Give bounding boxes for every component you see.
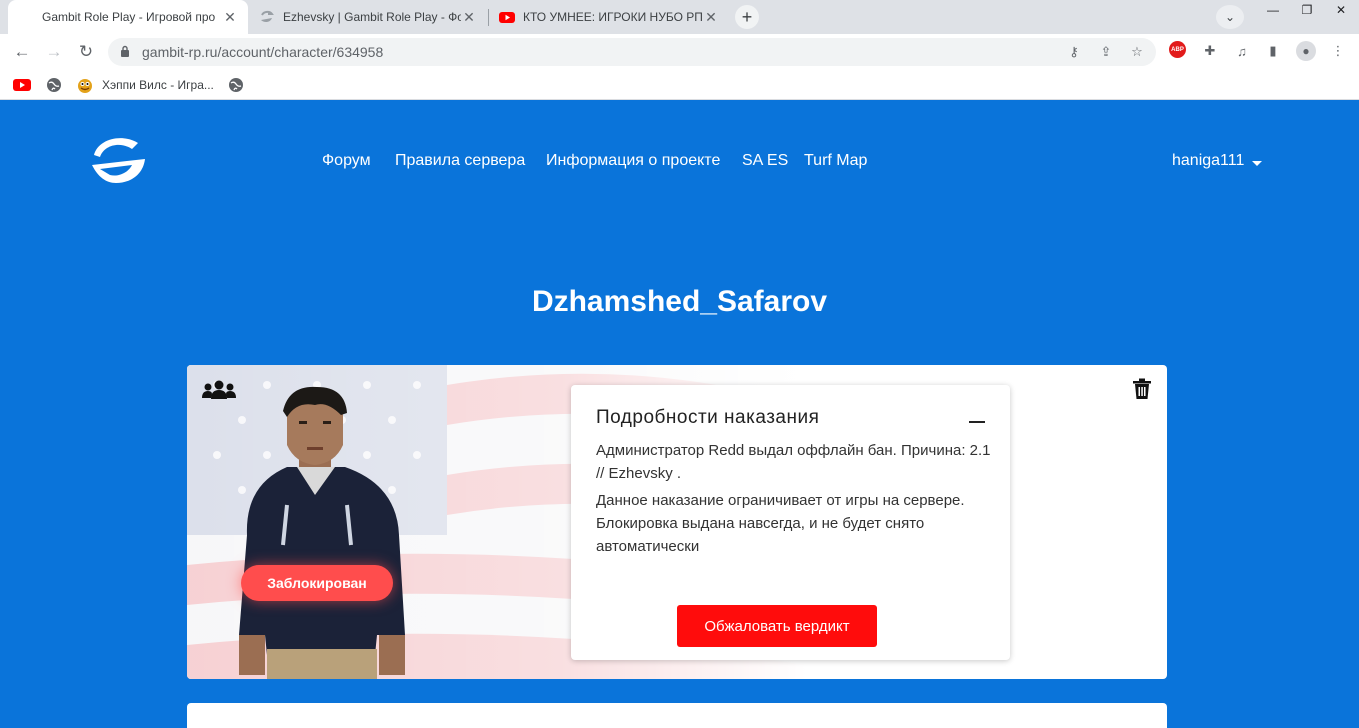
tab-strip: Gambit Role Play - Игровой про ✕ Ezhevsk… [0,0,1359,34]
next-card [187,703,1167,728]
back-arrow-icon[interactable]: ← [10,40,34,64]
punishment-reason: Администратор Redd выдал оффлайн бан. Пр… [596,442,991,482]
tab-youtube-video[interactable]: КТО УМНЕЕ: ИГРОКИ НУБО РП | ✕ [489,0,729,34]
status-badge: Заблокирован [241,565,393,601]
punishment-details-panel: Подробности наказания Администратор Redd… [571,385,1010,660]
bookmark-globe-2[interactable] [228,76,244,94]
punishment-title: Подробности наказания [596,407,820,428]
tab-title: КТО УМНЕЕ: ИГРОКИ НУБО РП | [523,10,703,24]
reload-icon[interactable]: ↻ [74,40,98,64]
media-control-icon[interactable]: ♫ [1232,41,1252,61]
caret-down-icon [1252,160,1263,166]
tab-ezhevsky-forum[interactable]: Ezhevsky | Gambit Role Play - Фо ✕ [249,0,487,34]
trash-icon[interactable] [1132,378,1152,400]
browser-toolbar: ← → ↻ gambit-rp.ru/account/character/634… [0,34,1359,70]
extensions-puzzle-icon[interactable]: ✚ [1200,41,1220,61]
profile-avatar-icon[interactable]: ● [1296,41,1316,61]
gambit-logo-icon[interactable] [88,131,148,186]
globe-icon [229,78,243,92]
star-icon[interactable]: ☆ [1127,44,1147,60]
site-favicon-icon [18,9,34,25]
address-bar[interactable]: gambit-rp.ru/account/character/634958 ⚷ … [108,38,1156,66]
url-text: gambit-rp.ru/account/character/634958 [142,44,384,60]
nav-turf-map-link[interactable]: Turf Map [804,152,867,170]
bookmark-youtube[interactable] [13,76,31,94]
tab-search-chevron-icon[interactable]: ⌄ [1216,5,1244,29]
nav-server-rules-link[interactable]: Правила сервера [395,152,525,170]
appeal-verdict-button[interactable]: Обжаловать вердикт [677,605,877,647]
gambit-logo-icon [259,9,275,25]
menu-kebab-icon[interactable]: ⋮ [1328,41,1348,61]
close-tab-icon[interactable]: ✕ [222,9,238,26]
character-card: Заблокирован Подробности наказания Админ… [187,365,1167,679]
nav-forum-link[interactable]: Форум [322,152,371,170]
adblock-plus-icon[interactable]: ABP [1169,41,1186,58]
nav-project-info-link[interactable]: Информация о проекте [546,152,720,170]
youtube-icon [13,79,31,91]
character-skin-image [239,386,405,679]
username: haniga111 [1172,152,1245,169]
tab-gambit-home[interactable]: Gambit Role Play - Игровой про ✕ [8,0,248,34]
side-panel-icon[interactable]: ▮ [1263,41,1283,61]
bookmark-happy-wheels[interactable]: Хэппи Вилс - Игра... [76,76,214,94]
forward-arrow-icon[interactable]: → [42,40,66,64]
collapse-minus-icon[interactable] [969,421,985,423]
character-name: Dzhamshed_Safarov [531,285,828,318]
bookmarks-bar: Хэппи Вилс - Игра... [0,70,1359,100]
minimize-icon[interactable]: — [1256,0,1290,20]
share-icon[interactable]: ⇪ [1096,44,1116,60]
happy-wheels-icon [78,79,92,93]
close-tab-icon[interactable]: ✕ [461,9,477,26]
close-window-icon[interactable]: ✕ [1324,0,1358,20]
tab-title: Gambit Role Play - Игровой про [42,10,216,24]
key-icon[interactable]: ⚷ [1064,44,1084,60]
bookmark-globe[interactable] [46,76,62,94]
close-tab-icon[interactable]: ✕ [703,9,719,26]
restore-icon[interactable]: ❐ [1290,0,1324,20]
page-content: Форум Правила сервера Информация о проек… [0,101,1359,728]
nav-sa-es-link[interactable]: SA ES [742,152,788,170]
globe-icon [47,78,61,92]
youtube-icon [499,9,515,25]
tab-title: Ezhevsky | Gambit Role Play - Фо [283,10,461,24]
lock-icon [120,45,134,60]
bookmark-label: Хэппи Вилс - Игра... [102,78,214,92]
punishment-description: Данное наказание ограничивает от игры на… [596,492,965,555]
user-menu[interactable]: haniga111 [1172,152,1263,170]
new-tab-button[interactable]: + [735,5,759,29]
